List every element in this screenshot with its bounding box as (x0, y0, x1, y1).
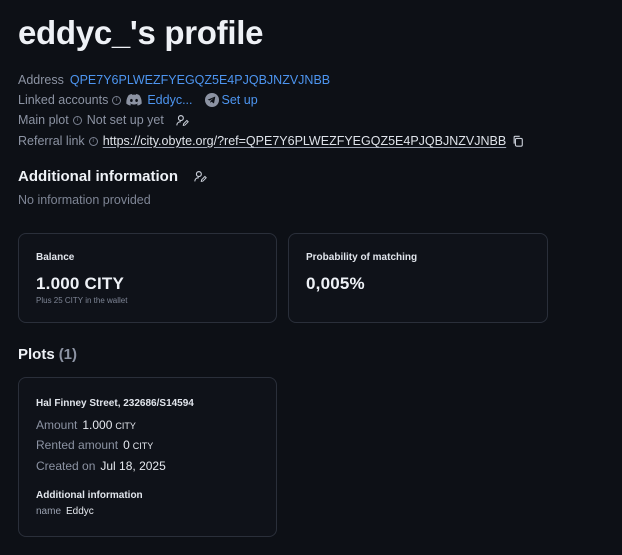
linked-accounts-row: Linked accounts i Eddyc... Set up (18, 93, 258, 107)
info-icon[interactable]: i (112, 95, 122, 105)
address-label: Address (18, 73, 64, 87)
plot-rented-label: Rented amount (36, 438, 119, 452)
plot-amount-label: Amount (36, 418, 78, 432)
additional-info-empty: No information provided (18, 193, 151, 207)
user-edit-icon[interactable] (194, 170, 207, 183)
plot-name-row: name Eddyc (36, 506, 94, 517)
referral-link[interactable]: https://city.obyte.org/?ref=QPE7Y6PLWEZF… (103, 134, 507, 148)
plots-title: Plots (18, 346, 55, 363)
copy-icon[interactable] (512, 135, 524, 147)
plot-rented-value: 0 (123, 438, 130, 452)
probability-label: Probability of matching (306, 252, 418, 263)
main-plot-row: Main plot i Not set up yet (18, 113, 189, 127)
plot-amount-unit: CITY (115, 421, 136, 431)
main-plot-value: Not set up yet (86, 113, 164, 127)
address-link[interactable]: QPE7Y6PLWEZFYEGQZ5E4PJQBJNZVJNBB (70, 73, 330, 87)
user-edit-icon[interactable] (176, 114, 189, 127)
linked-accounts-label: Linked accounts (18, 93, 109, 107)
plot-additional-title: Additional information (36, 490, 143, 501)
address-row: Address QPE7Y6PLWEZFYEGQZ5E4PJQBJNZVJNBB (18, 73, 330, 87)
plot-name-key: name (36, 506, 62, 517)
info-icon[interactable]: i (88, 136, 98, 146)
plot-title: Hal Finney Street, 232686/S14594 (36, 398, 194, 409)
main-plot-label: Main plot (18, 113, 69, 127)
plots-heading: Plots (1) (18, 346, 77, 363)
telegram-icon (204, 93, 219, 107)
plot-card[interactable]: Hal Finney Street, 232686/S14594 Amount 1… (18, 377, 277, 537)
referral-row: Referral link i https://city.obyte.org/?… (18, 134, 524, 148)
balance-card: Balance 1.000 CITY Plus 25 CITY in the w… (18, 233, 277, 323)
discord-icon (126, 94, 143, 106)
plot-name-value: Eddyc (66, 506, 94, 517)
plots-count: (1) (58, 346, 78, 363)
probability-card: Probability of matching 0,005% (288, 233, 548, 323)
referral-label: Referral link (18, 134, 85, 148)
balance-label: Balance (36, 252, 75, 263)
plot-amount-value: 1.000 (82, 418, 113, 432)
plot-rented-row: Rented amount 0 CITY (36, 438, 153, 452)
info-icon[interactable]: i (72, 115, 82, 125)
plot-created-label: Created on (36, 459, 96, 473)
plot-rented-unit: CITY (132, 441, 154, 451)
discord-account-link[interactable]: Eddyc... (147, 93, 192, 107)
additional-info-title: Additional information (18, 168, 178, 185)
additional-info-heading: Additional information (18, 168, 207, 185)
plot-created-row: Created on Jul 18, 2025 (36, 459, 166, 473)
profile-page: eddyc_'s profile Address QPE7Y6PLWEZFYEG… (0, 0, 622, 555)
telegram-setup-link[interactable]: Set up (222, 93, 258, 107)
page-title: eddyc_'s profile (18, 14, 264, 51)
plot-amount-row: Amount 1.000 CITY (36, 418, 136, 432)
balance-value: 1.000 CITY (36, 274, 124, 293)
plot-created-value: Jul 18, 2025 (100, 459, 166, 473)
balance-subtext: Plus 25 CITY in the wallet (36, 296, 128, 305)
probability-value: 0,005% (306, 274, 365, 293)
